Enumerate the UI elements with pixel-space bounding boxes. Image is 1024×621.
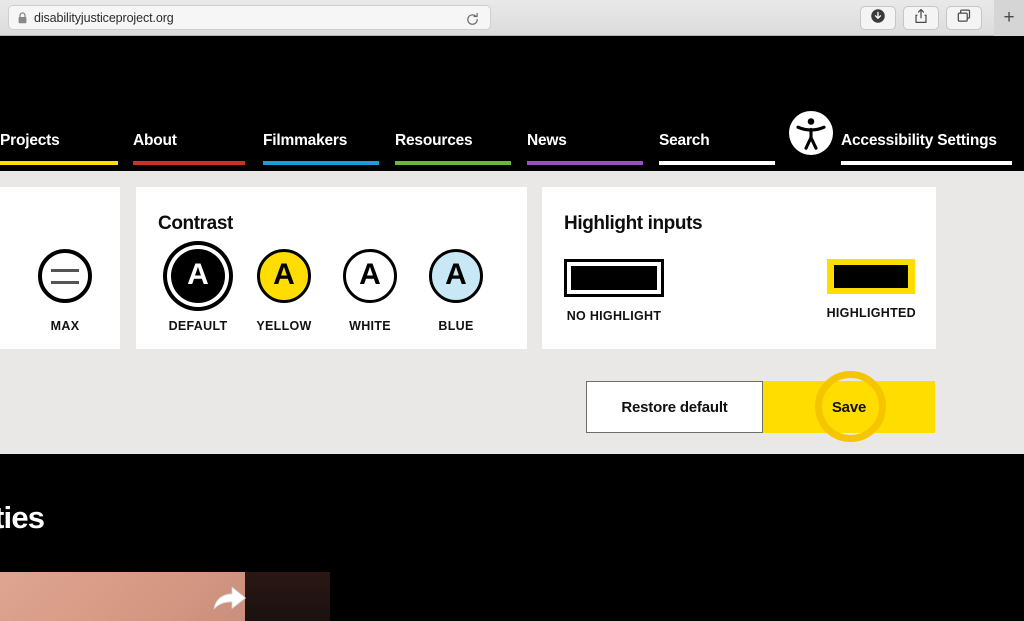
downloads-button[interactable] — [860, 6, 896, 30]
contrast-option-default[interactable]: A DEFAULT — [155, 249, 241, 333]
new-tab-button[interactable]: + — [994, 0, 1024, 36]
nav-item-underline — [395, 161, 511, 165]
contrast-swatch-glyph: A — [359, 258, 381, 291]
panel-highlight-inputs: Highlight inputs NO HIGHLIGHT HIGHLIGHTE… — [542, 187, 936, 349]
panel-title: Contrast — [158, 213, 233, 234]
line-spacing-icon — [38, 249, 92, 303]
contrast-option-blue[interactable]: A BLUE — [413, 249, 499, 333]
highlight-option-none[interactable]: NO HIGHLIGHT — [564, 259, 664, 323]
line-spacing-bar — [51, 280, 79, 284]
tab-overview-icon — [956, 8, 972, 29]
contrast-swatch-glyph: A — [187, 258, 209, 291]
browser-toolbar-right: + — [860, 0, 1024, 36]
nav-item-search[interactable]: Search — [659, 132, 775, 165]
option-label: DEFAULT — [168, 319, 228, 333]
contrast-swatch-default: A — [171, 249, 225, 303]
highlight-option-highlighted[interactable]: HIGHLIGHTED — [827, 259, 916, 323]
option-label: NO HIGHLIGHT — [566, 309, 662, 323]
accessibility-person-icon[interactable] — [788, 110, 834, 156]
media-thumbnail-dark-edge — [245, 572, 330, 621]
nav-item-underline — [841, 161, 1012, 165]
contrast-option-yellow[interactable]: A YELLOW — [241, 249, 327, 333]
nav-item-resources[interactable]: Resources — [395, 132, 511, 165]
address-bar[interactable]: disabilityjusticeproject.org — [8, 5, 491, 30]
screenshot-root: disabilityjusticeproject.org + Projects … — [0, 0, 1024, 621]
nav-item-label: Projects — [0, 132, 60, 149]
share-button[interactable] — [903, 6, 939, 30]
share-icon — [913, 8, 929, 29]
highlight-swatch-yellow — [827, 259, 916, 294]
lock-icon — [17, 11, 28, 24]
panel-title: Highlight inputs — [564, 213, 703, 234]
nav-item-underline — [0, 161, 118, 165]
option-label: MAX — [50, 319, 80, 333]
address-bar-url: disabilityjusticeproject.org — [34, 10, 174, 25]
nav-item-underline — [659, 161, 775, 165]
browser-toolbar: disabilityjusticeproject.org + — [0, 0, 1024, 36]
contrast-option-row: A DEFAULT A YELLOW A WHITE A BLUE — [155, 249, 499, 333]
nav-item-accessibility-settings[interactable]: Accessibility Settings — [841, 132, 1012, 165]
option-label: BLUE — [438, 319, 474, 333]
option-label: YELLOW — [256, 319, 312, 333]
nav-item-label: Resources — [395, 132, 473, 149]
nav-item-about[interactable]: About — [133, 132, 245, 165]
nav-item-label: Filmmakers — [263, 132, 348, 149]
page-content-below: abilities — [0, 454, 1024, 621]
nav-item-projects[interactable]: Projects — [0, 132, 118, 165]
reload-icon[interactable] — [463, 10, 481, 28]
option-label: WHITE — [349, 319, 391, 333]
restore-default-button[interactable]: Restore default — [586, 381, 763, 433]
downloads-icon — [870, 8, 886, 29]
nav-item-news[interactable]: News — [527, 132, 643, 165]
nav-item-label: Search — [659, 132, 710, 149]
page-heading: abilities — [0, 500, 45, 535]
contrast-swatch-yellow: A — [257, 249, 311, 303]
highlight-option-row: NO HIGHLIGHT HIGHLIGHTED — [564, 259, 916, 323]
contrast-swatch-glyph: A — [273, 258, 295, 291]
nav-item-label: About — [133, 132, 177, 149]
settings-action-bar: Restore default Save — [586, 381, 935, 433]
accessibility-settings-panel: MAX Contrast A DEFAULT A YELLOW A WHITE … — [0, 171, 1024, 454]
highlight-swatch-fill — [834, 265, 909, 288]
text-spacing-option-row: MAX — [22, 249, 108, 333]
tab-overview-button[interactable] — [946, 6, 982, 30]
save-button[interactable]: Save — [763, 381, 935, 433]
contrast-swatch-blue: A — [429, 249, 483, 303]
nav-item-label: News — [527, 132, 567, 149]
text-spacing-option-max[interactable]: MAX — [22, 249, 108, 333]
contrast-swatch-white: A — [343, 249, 397, 303]
contrast-option-white[interactable]: A WHITE — [327, 249, 413, 333]
option-label: HIGHLIGHTED — [826, 306, 916, 320]
nav-item-underline — [527, 161, 643, 165]
highlight-swatch-fill — [571, 266, 657, 290]
site-navigation: Projects About Filmmakers Resources News — [0, 36, 1024, 171]
panel-text-spacing: MAX — [0, 187, 120, 349]
nav-item-label: Accessibility Settings — [841, 132, 997, 149]
panel-contrast: Contrast A DEFAULT A YELLOW A WHITE A BL… — [136, 187, 527, 349]
line-spacing-bar — [51, 268, 79, 272]
nav-item-underline — [263, 161, 379, 165]
contrast-swatch-glyph: A — [445, 258, 467, 291]
nav-item-filmmakers[interactable]: Filmmakers — [263, 132, 379, 165]
media-thumbnail[interactable] — [0, 572, 245, 621]
nav-item-underline — [133, 161, 245, 165]
highlight-swatch-none — [564, 259, 664, 297]
